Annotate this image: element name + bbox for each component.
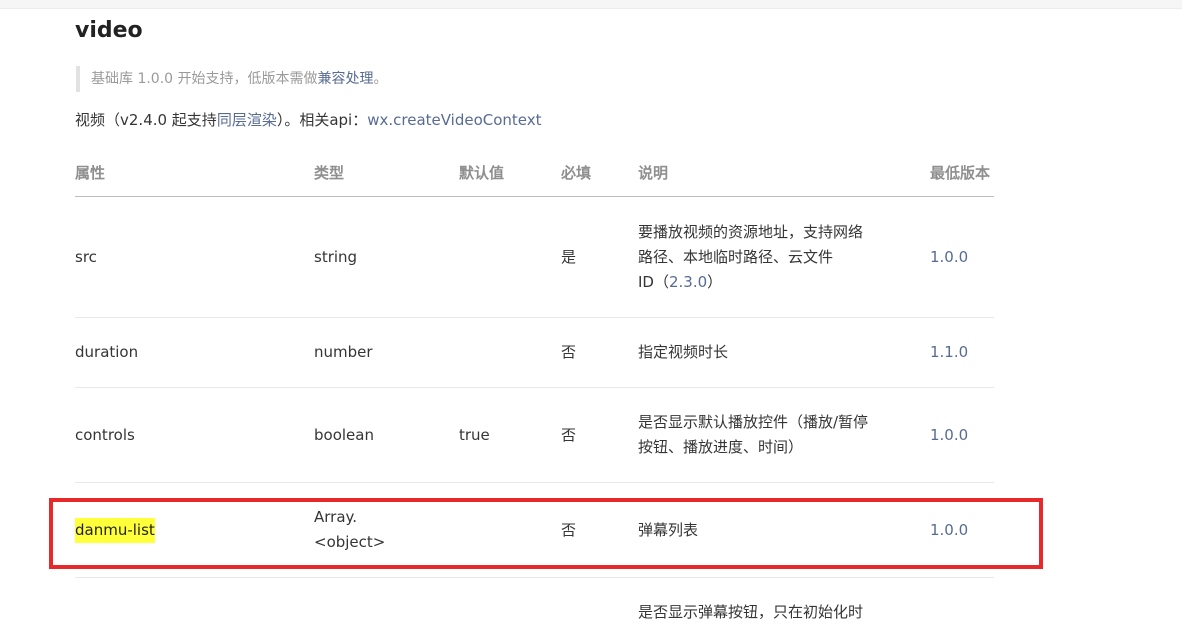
attr-type: boolean — [314, 425, 374, 444]
note-text: 基础库 1.0.0 开始支持，低版本需做 — [91, 71, 318, 87]
table-header: 属性 类型 默认值 必填 说明 最低版本 — [75, 150, 994, 197]
header-required: 必填 — [561, 164, 592, 182]
attr-type: string — [314, 247, 358, 266]
desc-line: ID（ — [638, 272, 669, 291]
top-bar — [0, 0, 1182, 9]
same-layer-render-link[interactable]: 同层渲染 — [217, 111, 277, 129]
desc-line: 按钮、播放进度、时间） — [638, 438, 804, 456]
header-desc: 说明 — [638, 164, 669, 182]
attr-desc: 是否显示默认播放控件（播放/暂停 按钮、播放进度、时间） — [638, 388, 888, 482]
attr-default — [459, 318, 539, 387]
attr-name: danmu-list — [75, 483, 295, 577]
attr-required: 否 — [561, 343, 577, 361]
attr-default: true — [459, 425, 490, 444]
version-link[interactable]: 2.3.0 — [669, 273, 707, 291]
attr-name: controls — [75, 425, 135, 444]
attr-version: 1.0.0 — [930, 247, 969, 266]
attr-version: 1.0.0 — [930, 425, 969, 444]
attr-desc: 指定视频时长 — [638, 343, 729, 361]
attr-desc: 弹幕列表 — [638, 520, 699, 539]
highlighted-attr-name: danmu-list — [75, 517, 155, 543]
table-row: src string 是 要播放视频的资源地址，支持网络 路径、本地临时路径、云… — [75, 197, 994, 318]
desc-line-end: ） — [707, 272, 723, 291]
attr-type: number — [314, 343, 373, 361]
attr-desc: 是否显示弹幕按钮，只在初始化时 — [638, 603, 864, 621]
attr-type: Array. <object> — [314, 483, 434, 577]
attr-default — [459, 197, 539, 317]
table-row: duration number 否 指定视频时长 1.1.0 — [75, 318, 994, 388]
type-line: <object> — [314, 533, 386, 551]
attributes-table: 属性 类型 默认值 必填 说明 最低版本 src string 是 要播放视频的… — [75, 150, 994, 638]
header-default: 默认值 — [459, 164, 505, 182]
attr-desc: 要播放视频的资源地址，支持网络 路径、本地临时路径、云文件 ID（2.3.0） — [638, 197, 888, 317]
table-row: 是否显示弹幕按钮，只在初始化时 — [75, 578, 994, 638]
desc-line: 要播放视频的资源地址，支持网络 — [638, 222, 864, 241]
attr-name: duration — [75, 343, 139, 361]
table-row: controls boolean true 否 是否显示默认播放控件（播放/暂停… — [75, 388, 994, 483]
header-type: 类型 — [314, 164, 345, 182]
compat-link[interactable]: 兼容处理 — [318, 71, 374, 87]
desc-line: 是否显示默认播放控件（播放/暂停 — [638, 413, 869, 431]
attr-required: 否 — [561, 520, 577, 539]
attr-required: 是 — [561, 247, 577, 266]
attr-name: src — [75, 247, 97, 266]
create-video-context-link[interactable]: wx.createVideoContext — [367, 111, 541, 129]
header-name: 属性 — [75, 164, 106, 182]
support-note: 基础库 1.0.0 开始支持，低版本需做兼容处理。 — [76, 66, 388, 92]
header-version: 最低版本 — [930, 164, 991, 182]
note-suffix: 。 — [373, 71, 388, 87]
intro-paragraph: 视频（v2.4.0 起支持同层渲染）。相关api：wx.createVideoC… — [75, 108, 542, 132]
attr-required: 否 — [561, 425, 577, 444]
intro-text: 视频（v2.4.0 起支持 — [75, 111, 217, 129]
desc-line: 路径、本地临时路径、云文件 — [638, 247, 834, 266]
attr-default — [459, 483, 539, 577]
attr-version: 1.0.0 — [930, 520, 969, 539]
attr-version: 1.1.0 — [930, 343, 969, 361]
intro-text-middle: ）。相关api： — [276, 111, 368, 129]
type-line: Array. — [314, 508, 358, 526]
table-row-highlighted: danmu-list Array. <object> 否 弹幕列表 1.0.0 — [75, 483, 994, 578]
page-title: video — [75, 18, 143, 43]
